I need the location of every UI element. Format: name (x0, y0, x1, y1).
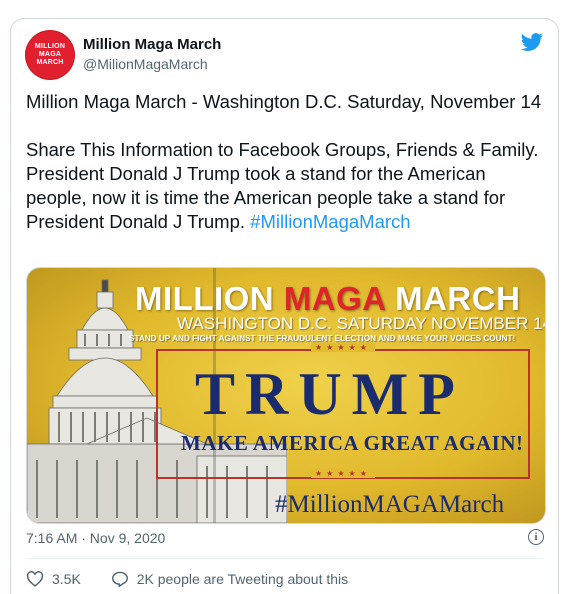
poster-stars-top: ★★★★★ (311, 343, 375, 352)
author-handle[interactable]: @MilionMagaMarch (83, 56, 208, 72)
poster-title: MILLION MAGA MARCH (135, 280, 520, 318)
avatar[interactable]: MILLION MAGA MARCH (26, 31, 74, 79)
poster-title-maga: MAGA (283, 280, 386, 317)
author-name[interactable]: Million Maga March (83, 36, 221, 53)
heart-icon (26, 571, 44, 587)
poster-date: WASHINGTON D.C. SATURDAY NOVEMBER 14th (177, 314, 546, 333)
conversation-text: 2K people are Tweeting about this (136, 571, 349, 587)
poster-slogan: MAKE AMERICA GREAT AGAIN! (181, 431, 524, 455)
tweet-text: Million Maga March - Washington D.C. Sat… (26, 90, 548, 234)
avatar-line-3: MARCH (36, 59, 64, 66)
avatar-line-2: MAGA (38, 51, 62, 58)
tweet-line-2: Share This Information to Facebook Group… (26, 138, 548, 234)
poster-stars-bottom: ★★★★★ (311, 469, 375, 478)
poster-title-pre: MILLION (135, 280, 284, 317)
poster-hashtag: #MillionMAGAMarch (275, 491, 505, 518)
poster-trump: TRUMP (195, 361, 465, 427)
timestamp-link[interactable]: 7:16 AM · Nov 9, 2020 (26, 530, 165, 546)
action-bar: 3.5K 2K people are Tweeting about this (26, 571, 374, 590)
tweet-line-1: Million Maga March - Washington D.C. Sat… (26, 91, 542, 112)
like-button[interactable]: 3.5K (26, 571, 81, 587)
divider (26, 558, 543, 559)
conversation-link[interactable]: 2K people are Tweeting about this (111, 571, 348, 587)
poster-title-post: MARCH (385, 280, 521, 317)
tweet-card: MILLION MAGA MARCH Million Maga March @M… (10, 18, 559, 594)
like-count: 3.5K (52, 571, 81, 587)
media-image[interactable]: MILLION MAGA MARCH WASHINGTON D.C. SATUR… (26, 267, 546, 524)
avatar-line-1: MILLION (34, 43, 66, 50)
twitter-bird-icon[interactable] (520, 31, 544, 53)
info-icon[interactable]: i (528, 529, 544, 545)
poster-subtitle: STAND UP AND FIGHT AGAINST THE FRAUDULEN… (129, 334, 516, 343)
hashtag-link[interactable]: #MillionMagaMarch (250, 211, 410, 232)
comment-bubble-icon (111, 571, 128, 587)
